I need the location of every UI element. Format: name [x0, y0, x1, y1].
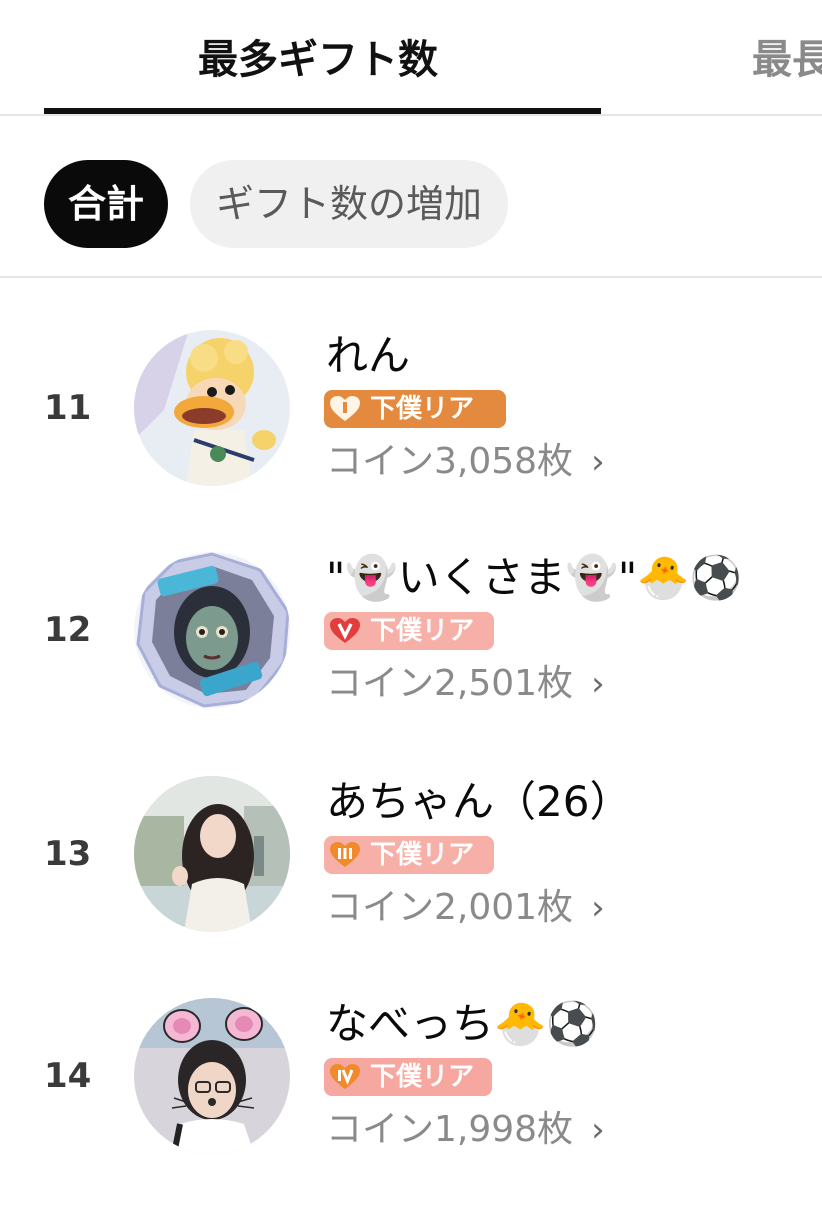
- rank-badge: 下僕リア: [324, 1058, 492, 1096]
- chevron-right-icon: ›: [591, 888, 605, 928]
- coin-text: コイン3,058枚: [326, 441, 574, 482]
- ranking-row[interactable]: 12 "👻いくさま👻"🐣⚽ 下僕リア コイン2,501枚 ›: [0, 552, 822, 776]
- coin-count[interactable]: コイン1,998枚 ›: [326, 1106, 605, 1154]
- top-tab-bar: 最多ギフト数 最長: [0, 0, 822, 116]
- woman-photo-avatar-icon: [134, 776, 290, 932]
- rank-badge: 下僕リア: [324, 612, 494, 650]
- user-name[interactable]: れん: [326, 328, 410, 384]
- heart-level-4-icon: [330, 1064, 360, 1089]
- user-name[interactable]: "👻いくさま👻"🐣⚽: [326, 550, 742, 606]
- tab-most-gifts[interactable]: 最多ギフト数: [198, 34, 438, 86]
- coin-text: コイン2,501枚: [326, 663, 574, 704]
- rank-number: 14: [44, 1056, 92, 1096]
- badge-label: 下僕リア: [370, 1062, 475, 1092]
- rank-badge: 下僕リア: [324, 390, 506, 428]
- coin-count[interactable]: コイン2,001枚 ›: [326, 884, 605, 932]
- avatar[interactable]: [134, 998, 290, 1154]
- ranking-row[interactable]: 11 れん 下僕リア コイン3,058枚 ›: [0, 330, 822, 554]
- tab-longest[interactable]: 最長: [752, 34, 822, 86]
- coin-count[interactable]: コイン3,058枚 ›: [326, 438, 605, 486]
- cartoon-duck-avatar-icon: [134, 330, 290, 486]
- avatar[interactable]: [134, 776, 290, 932]
- filter-gift-increase-button[interactable]: ギフト数の増加: [190, 160, 508, 248]
- heart-level-3-icon: [330, 842, 360, 867]
- rank-badge: 下僕リア: [324, 836, 494, 874]
- avatar[interactable]: [134, 330, 290, 486]
- chevron-right-icon: ›: [591, 442, 605, 482]
- badge-label: 下僕リア: [370, 616, 475, 646]
- heart-level-5-icon: [330, 618, 360, 643]
- chevron-right-icon: ›: [591, 664, 605, 704]
- chevron-right-icon: ›: [591, 1110, 605, 1150]
- avatar[interactable]: [134, 552, 290, 708]
- active-tab-indicator: [44, 108, 601, 114]
- boy-photo-avatar-icon: [134, 998, 290, 1154]
- ranking-row[interactable]: 13 あちゃん（26） 下僕リア コイン2,001枚 ›: [0, 776, 822, 1000]
- user-name[interactable]: あちゃん（26）: [326, 774, 631, 830]
- user-name[interactable]: なべっち🐣⚽: [326, 996, 599, 1052]
- ranking-row[interactable]: 14 なべっち🐣⚽ 下僕リア コイン1,998枚 ›: [0, 998, 822, 1222]
- heart-level-1-icon: [330, 396, 360, 421]
- rank-number: 11: [44, 388, 92, 428]
- coin-text: コイン1,998枚: [326, 1109, 574, 1150]
- rank-number: 12: [44, 610, 92, 650]
- rank-number: 13: [44, 834, 92, 874]
- coin-text: コイン2,001枚: [326, 887, 574, 928]
- badge-label: 下僕リア: [370, 394, 475, 424]
- badge-label: 下僕リア: [370, 840, 475, 870]
- filter-total-button[interactable]: 合計: [44, 160, 168, 248]
- filter-bar: 合計 ギフト数の増加: [0, 116, 822, 278]
- coin-count[interactable]: コイン2,501枚 ›: [326, 660, 605, 708]
- zombie-girl-avatar-icon: [134, 552, 290, 708]
